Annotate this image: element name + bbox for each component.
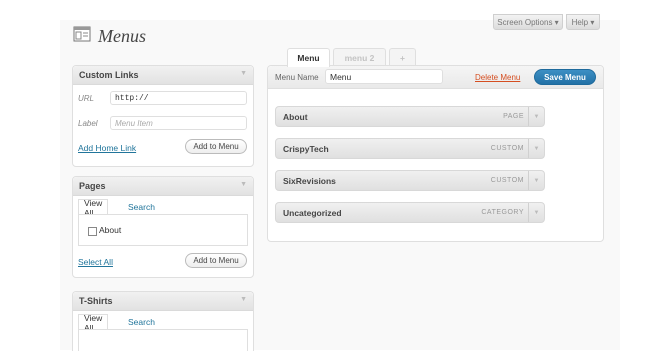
pages-tab-view-all[interactable]: View All [78,198,109,218]
menu-item[interactable]: CrispyTech CUSTOM ▼ [275,138,545,159]
custom-links-add-button[interactable]: Add to Menu [185,139,247,154]
menu-item-type: CUSTOM [490,177,524,184]
label-label: Label [78,119,98,128]
page-title: Menus [98,26,146,46]
label-input[interactable]: Menu Item [110,116,247,130]
menu-item-type: PAGE [503,113,524,120]
about-checkbox[interactable] [88,227,97,236]
help-button[interactable]: Help ▾ [566,14,600,30]
menu-item-title: SixRevisions [283,176,336,186]
tshirts-list-panel [78,329,248,351]
menus-icon [73,26,91,42]
add-home-link[interactable]: Add Home Link [78,143,136,153]
custom-links-header[interactable]: Custom Links ▼ [73,66,253,85]
expand-arrow-icon[interactable]: ▼ [528,139,544,158]
pages-header[interactable]: Pages ▼ [73,177,253,196]
collapse-arrow-icon[interactable]: ▼ [240,181,247,188]
tshirts-tab-search[interactable]: Search [123,314,160,329]
custom-links-title: Custom Links [79,70,139,80]
pages-add-button[interactable]: Add to Menu [185,253,247,268]
menu-name-label: Menu Name [275,73,319,82]
expand-arrow-icon[interactable]: ▼ [528,171,544,190]
menu-item-type: CATEGORY [481,209,524,216]
pages-title: Pages [79,181,106,191]
menu-item-title: Uncategorized [283,208,342,218]
expand-arrow-icon[interactable]: ▼ [528,107,544,126]
menu-item-title: About [283,112,308,122]
menu-item[interactable]: Uncategorized CATEGORY ▼ [275,202,545,223]
menu-name-input[interactable]: Menu [325,69,443,84]
expand-arrow-icon[interactable]: ▼ [528,203,544,222]
collapse-arrow-icon[interactable]: ▼ [240,70,247,77]
about-page-label: About [99,225,122,235]
screen-options-button[interactable]: Screen Options ▾ [493,14,563,30]
save-menu-button[interactable]: Save Menu [534,69,596,85]
menu-item-title: CrispyTech [283,144,329,154]
tshirts-title: T-Shirts [79,296,113,306]
pages-tab-search[interactable]: Search [123,199,160,214]
delete-menu-link[interactable]: Delete Menu [475,73,520,82]
url-label: URL [78,94,95,103]
menu-item-type: CUSTOM [490,145,524,152]
menu-tab-menu[interactable]: Menu [287,48,330,67]
menu-item[interactable]: SixRevisions CUSTOM ▼ [275,170,545,191]
menu-item[interactable]: About PAGE ▼ [275,106,545,127]
tshirts-tab-view-all[interactable]: View All [78,313,109,333]
add-menu-tab[interactable]: + [389,48,416,66]
tshirts-header[interactable]: T-Shirts ▼ [73,292,253,311]
menu-tab-menu-2[interactable]: menu 2 [333,48,386,66]
url-input[interactable]: http:// [110,91,247,105]
collapse-arrow-icon[interactable]: ▼ [240,296,247,303]
select-all-link[interactable]: Select All [78,257,113,267]
